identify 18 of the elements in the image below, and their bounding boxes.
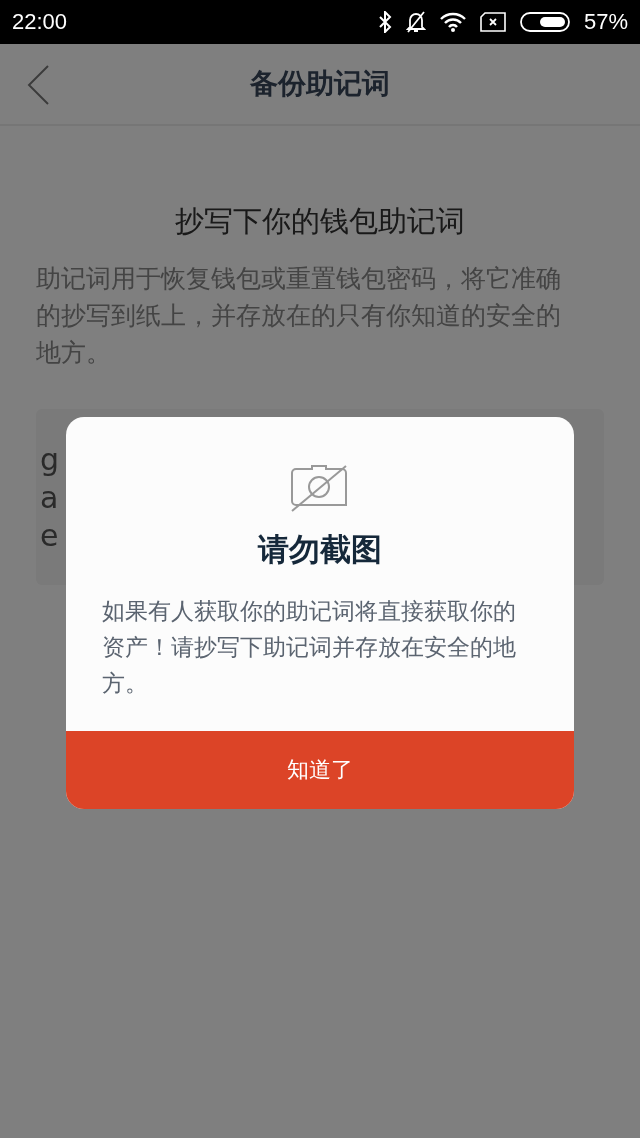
bluetooth-icon — [377, 11, 392, 33]
dialog-title: 请勿截图 — [258, 530, 382, 569]
instruction-text: 助记词用于恢复钱包或重置钱包密码，将它准确的抄写到纸上，并存放在的只有你知道的安全的地方。 — [36, 263, 562, 369]
dialog-message: 如果有人获取你的助记词将直接获取你的资产！请抄写下助记词并存放在安全的地方。 — [102, 597, 517, 698]
page-title: 备份助记词 — [250, 66, 390, 102]
muted-bell-icon — [405, 11, 426, 33]
battery-icon — [519, 12, 570, 32]
wifi-icon — [439, 12, 466, 32]
acknowledge-button[interactable]: 知道了 — [66, 731, 574, 809]
back-button[interactable] — [26, 64, 52, 106]
battery-percentage: 57% — [583, 9, 628, 35]
no-camera-icon — [290, 463, 350, 515]
status-time: 22:00 — [12, 9, 68, 35]
mnemonic-word: g — [40, 441, 60, 479]
mnemonic-word: e — [40, 517, 59, 555]
section-heading: 抄写下你的钱包助记词 — [174, 203, 466, 240]
mnemonic-word: a — [40, 479, 59, 517]
sim-card-icon — [479, 12, 506, 32]
